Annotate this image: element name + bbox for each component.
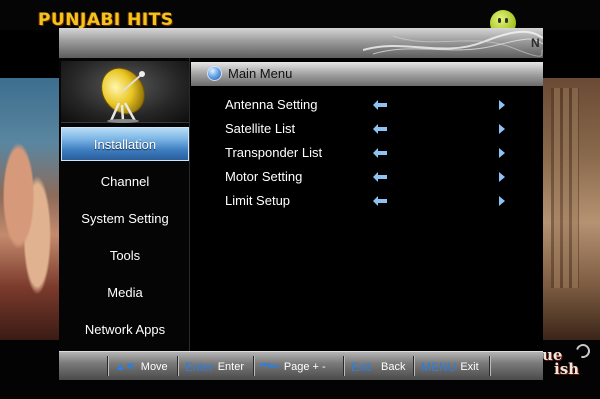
osd-main-window: N Installation Channel System Setting To… — [59, 28, 543, 380]
chevron-right-icon — [499, 148, 505, 158]
menu-key-label: MENU — [421, 359, 457, 374]
menu-item-satellite-list[interactable]: Satellite List — [191, 118, 543, 140]
sidebar-item-label: Network Apps — [84, 321, 166, 337]
help-move-label: Move — [140, 360, 168, 373]
help-page: ⏮⏭ Page + - — [260, 352, 326, 381]
chevron-right-icon — [499, 172, 505, 182]
help-separator — [413, 356, 415, 376]
chevron-right-icon — [499, 100, 505, 110]
satellite-dish-icon — [101, 67, 145, 123]
installation-logo — [61, 61, 189, 123]
menu-item-label: Limit Setup — [225, 193, 291, 208]
bullet-icon — [207, 66, 222, 81]
arrow-left-icon — [373, 172, 387, 182]
channel-watermark: ue ish — [540, 341, 593, 380]
up-down-arrows-icon: ▲▼ — [115, 360, 136, 373]
help-enter: Enter Enter — [185, 352, 244, 381]
sidebar-item-label: Media — [107, 284, 143, 300]
help-enter-label: Enter — [217, 360, 244, 373]
arrow-left-icon — [373, 124, 387, 134]
arrow-left-icon — [373, 196, 387, 206]
chevron-right-icon — [499, 196, 505, 206]
sidebar: Installation Channel System Setting Tool… — [59, 58, 190, 379]
main-content: Main Menu Antenna Setting Satellite List… — [191, 58, 543, 379]
sidebar-item-label: Installation — [93, 136, 157, 152]
sidebar-item-label: System Setting — [81, 210, 169, 226]
watermark-text-2: ish — [554, 360, 580, 378]
channel-logo-text: PUNJABI HITS — [38, 10, 174, 30]
help-bar: ▲▼ Move Enter Enter ⏮⏭ Page + - Exit Bac… — [59, 351, 543, 380]
page-skip-icon: ⏮⏭ — [260, 360, 279, 372]
main-menu-title-bar: Main Menu — [191, 62, 543, 86]
help-separator — [343, 356, 345, 376]
menu-item-label: Motor Setting — [225, 169, 303, 184]
menu-item-antenna-setting[interactable]: Antenna Setting — [191, 94, 543, 116]
help-page-label: Page + - — [283, 360, 326, 373]
menu-item-label: Antenna Setting — [225, 97, 318, 112]
help-menu: MENU Exit — [421, 352, 479, 381]
swoosh-decoration-icon — [363, 30, 543, 57]
help-move: ▲▼ Move — [115, 352, 168, 381]
sidebar-item-installation[interactable]: Installation — [61, 127, 189, 161]
sidebar-item-network-apps[interactable]: Network Apps — [61, 312, 189, 346]
exit-key-label: Exit — [351, 359, 372, 374]
help-exit-label: Exit — [460, 360, 479, 373]
sidebar-item-channel[interactable]: Channel — [61, 164, 189, 198]
header-corner-text: N — [531, 36, 540, 50]
menu-item-label: Transponder List — [225, 145, 323, 160]
help-separator — [253, 356, 255, 376]
page-title: Main Menu — [228, 66, 293, 81]
menu-item-limit-setup[interactable]: Limit Setup — [191, 190, 543, 212]
arrow-left-icon — [373, 100, 387, 110]
background-scene-right — [541, 78, 600, 340]
help-exit: Exit Back — [351, 352, 405, 381]
help-separator — [107, 356, 109, 376]
sidebar-item-tools[interactable]: Tools — [61, 238, 189, 272]
chevron-right-icon — [499, 124, 505, 134]
menu-item-transponder-list[interactable]: Transponder List — [191, 142, 543, 164]
help-back-label: Back — [381, 360, 406, 373]
arrow-left-icon — [373, 148, 387, 158]
menu-item-label: Satellite List — [225, 121, 296, 136]
sidebar-item-media[interactable]: Media — [61, 275, 189, 309]
background-scene-left — [0, 78, 62, 340]
sidebar-item-label: Tools — [109, 247, 141, 263]
enter-key-label: Enter — [185, 359, 214, 374]
help-separator — [177, 356, 179, 376]
sidebar-item-system-setting[interactable]: System Setting — [61, 201, 189, 235]
window-header-bar: N — [59, 28, 543, 58]
sidebar-item-label: Channel — [100, 173, 150, 189]
help-separator — [489, 356, 491, 376]
menu-item-motor-setting[interactable]: Motor Setting — [191, 166, 543, 188]
